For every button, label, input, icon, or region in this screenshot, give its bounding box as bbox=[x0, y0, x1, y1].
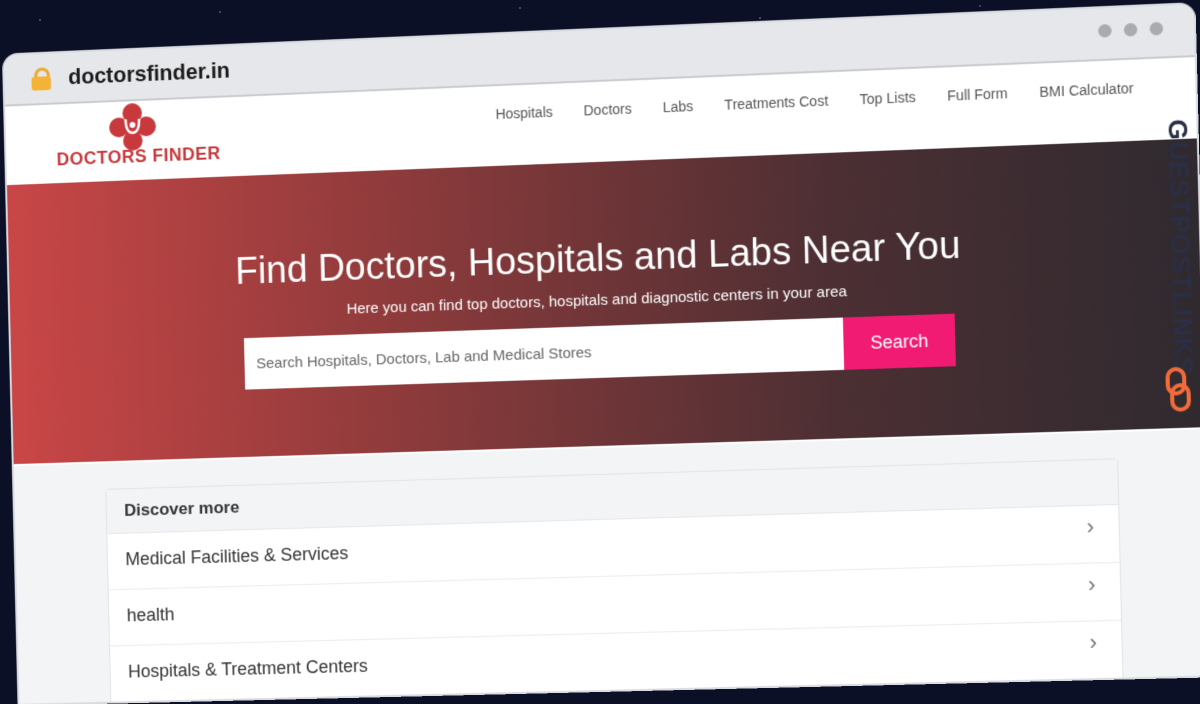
watermark: GUESTPOSTLINKS bbox=[1159, 118, 1200, 424]
list-item-label: health bbox=[126, 604, 175, 626]
site-logo[interactable]: DOCTORS FINDER bbox=[55, 98, 222, 184]
chevron-right-icon: › bbox=[1086, 513, 1095, 540]
nav-doctors[interactable]: Doctors bbox=[583, 101, 632, 119]
chevron-right-icon: › bbox=[1087, 571, 1096, 598]
hero-banner: Find Doctors, Hospitals and Labs Near Yo… bbox=[7, 138, 1200, 465]
window-dot-icon[interactable] bbox=[1123, 22, 1138, 37]
web-page: DOCTORS FINDER Hospitals Doctors Labs Tr… bbox=[5, 57, 1200, 704]
window-dot-icon[interactable] bbox=[1149, 21, 1164, 36]
nav-bmi-calculator[interactable]: BMI Calculator bbox=[1039, 80, 1134, 100]
search-bar: Search bbox=[243, 313, 956, 390]
content-area: Discover more Medical Facilities & Servi… bbox=[13, 429, 1200, 704]
main-nav: Hospitals Doctors Labs Treatments Cost T… bbox=[495, 80, 1134, 122]
nav-treatments-cost[interactable]: Treatments Cost bbox=[724, 92, 828, 112]
watermark-text: GUESTPOSTLINKS bbox=[1161, 118, 1200, 377]
chain-link-icon bbox=[1165, 367, 1191, 413]
medical-cross-logo-icon bbox=[108, 102, 157, 151]
list-item-label: Hospitals & Treatment Centers bbox=[127, 655, 369, 682]
search-button[interactable]: Search bbox=[842, 313, 956, 370]
logo-text: DOCTORS FINDER bbox=[56, 143, 221, 170]
nav-hospitals[interactable]: Hospitals bbox=[495, 104, 553, 122]
list-item-label: Medical Facilities & Services bbox=[125, 543, 349, 570]
lock-icon bbox=[31, 67, 52, 91]
discover-card: Discover more Medical Facilities & Servi… bbox=[105, 458, 1124, 704]
nav-labs[interactable]: Labs bbox=[663, 98, 694, 115]
browser-window: doctorsfinder.in DOCTORS FINDER Hospital… bbox=[3, 4, 1200, 704]
window-controls bbox=[1098, 21, 1164, 38]
address-bar-url[interactable]: doctorsfinder.in bbox=[68, 58, 230, 90]
chevron-right-icon: › bbox=[1089, 629, 1098, 655]
nav-full-form[interactable]: Full Form bbox=[947, 85, 1008, 104]
nav-top-lists[interactable]: Top Lists bbox=[859, 89, 915, 107]
window-dot-icon[interactable] bbox=[1098, 24, 1112, 38]
search-input[interactable] bbox=[243, 317, 845, 390]
browser-scene: doctorsfinder.in DOCTORS FINDER Hospital… bbox=[0, 0, 1200, 704]
